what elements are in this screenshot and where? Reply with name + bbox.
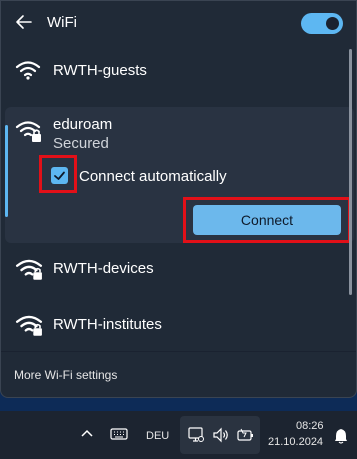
wifi-secured-icon bbox=[15, 121, 41, 142]
wifi-flyout: WiFi RWTH-guests eduroam Secured Connect… bbox=[0, 0, 357, 398]
back-button[interactable] bbox=[13, 11, 35, 33]
notifications-button[interactable] bbox=[334, 428, 348, 449]
clock-date[interactable]: 21.10.2024 bbox=[268, 436, 323, 448]
network-name: RWTH-institutes bbox=[53, 316, 162, 333]
checkmark-icon bbox=[54, 171, 65, 180]
selection-indicator bbox=[5, 125, 8, 217]
quick-settings-button[interactable] bbox=[180, 416, 260, 454]
network-name: RWTH-devices bbox=[53, 260, 154, 277]
network-item-rwth-guests[interactable]: RWTH-guests bbox=[1, 49, 356, 93]
notification-bell-icon bbox=[335, 429, 347, 444]
keyboard-button[interactable] bbox=[110, 427, 128, 446]
show-hidden-icons-button[interactable] bbox=[80, 427, 94, 446]
network-item-eduroam[interactable]: eduroam Secured Connect automatically Co… bbox=[5, 107, 354, 243]
battery-icon bbox=[237, 428, 253, 441]
chevron-up-icon bbox=[81, 429, 93, 437]
wifi-toggle[interactable] bbox=[301, 13, 343, 34]
footer-divider bbox=[1, 351, 356, 352]
volume-icon bbox=[213, 427, 228, 443]
network-item-rwth-institutes[interactable]: RWTH-institutes bbox=[1, 303, 356, 347]
network-name: RWTH-guests bbox=[53, 62, 147, 79]
toggle-knob bbox=[326, 17, 339, 30]
taskbar: DEU 08:26 21.10.2024 bbox=[0, 411, 357, 459]
language-indicator[interactable]: DEU bbox=[146, 430, 169, 442]
more-wifi-settings-link[interactable]: More Wi-Fi settings bbox=[14, 368, 117, 382]
wifi-icon bbox=[15, 61, 41, 80]
network-name: eduroam bbox=[53, 116, 113, 133]
connect-automatically-label[interactable]: Connect automatically bbox=[79, 168, 227, 185]
clock-time[interactable]: 08:26 bbox=[296, 420, 324, 432]
scrollbar[interactable] bbox=[349, 49, 352, 295]
network-item-rwth-devices[interactable]: RWTH-devices bbox=[1, 247, 356, 291]
network-status: Secured bbox=[53, 135, 109, 152]
page-title: WiFi bbox=[47, 14, 77, 31]
wifi-secured-icon bbox=[15, 315, 43, 336]
arrow-left-icon bbox=[16, 15, 32, 29]
wifi-secured-icon bbox=[15, 259, 43, 280]
keyboard-icon bbox=[110, 428, 128, 440]
connect-button[interactable]: Connect bbox=[193, 205, 341, 235]
wifi-header: WiFi bbox=[1, 1, 356, 45]
connect-automatically-checkbox[interactable] bbox=[51, 167, 68, 184]
network-icon bbox=[188, 427, 204, 442]
